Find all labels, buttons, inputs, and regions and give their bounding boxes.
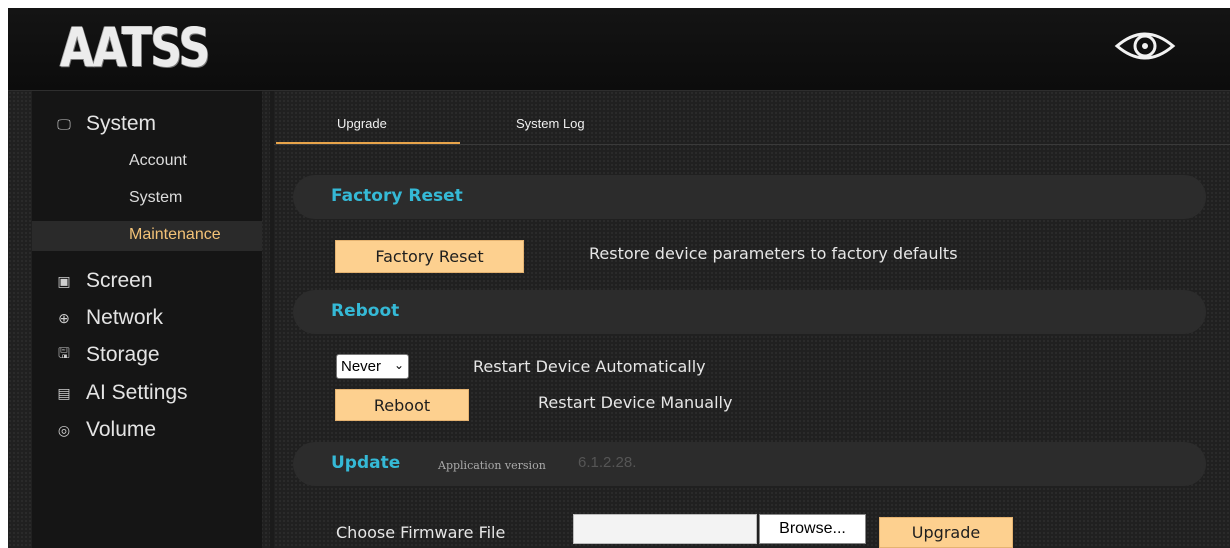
sidebar-subitem-account[interactable]: Account (129, 152, 187, 170)
select-value: Never (341, 358, 382, 375)
sidebar-item-network[interactable]: ⊕ Network (56, 300, 163, 336)
top-bar: AATSS (8, 8, 1230, 91)
auto-restart-select[interactable]: Never ⌄ (336, 354, 409, 379)
sidebar-item-system[interactable]: 🖵 System (56, 106, 156, 142)
floppy-icon: 🖫 (58, 345, 70, 361)
auto-restart-label: Restart Device Automatically (473, 357, 706, 376)
sidebar-item-ai-settings[interactable]: ▤ AI Settings (56, 375, 188, 411)
app-window: AATSS 🖵 System Account System Maintenanc… (8, 8, 1230, 548)
sidebar-item-label: Network (86, 306, 164, 329)
factory-reset-description: Restore device parameters to factory def… (589, 244, 958, 263)
section-title: Update (331, 453, 401, 473)
section-title: Reboot (331, 301, 400, 321)
upgrade-button[interactable]: Upgrade (879, 517, 1013, 548)
sidebar-item-volume[interactable]: ◎ Volume (56, 412, 156, 448)
tab-upgrade[interactable]: Upgrade (337, 116, 387, 131)
firmware-file-input[interactable] (573, 514, 757, 544)
app-version-label: Application version (438, 459, 546, 472)
sidebar-item-label: System (86, 112, 157, 135)
sidebar-item-storage[interactable]: 🖫 Storage (56, 337, 160, 373)
volume-icon: ◎ (57, 421, 71, 438)
sidebar-subitem-label: Maintenance (129, 226, 221, 243)
logo: AATSS (60, 16, 211, 79)
sidebar-item-label: Screen (86, 269, 153, 292)
sidebar-subitem-system[interactable]: System (129, 189, 182, 207)
globe-icon: ⊕ (58, 309, 70, 326)
tab-system-log[interactable]: System Log (516, 116, 585, 131)
sidebar-item-label: AI Settings (86, 381, 188, 404)
chevron-down-icon: ⌄ (393, 358, 404, 372)
main-content: Upgrade System Log Factory Reset Factory… (274, 91, 1230, 548)
factory-reset-section-header: Factory Reset (293, 175, 1206, 219)
manual-restart-label: Restart Device Manually (538, 393, 733, 412)
section-title: Factory Reset (331, 186, 463, 206)
tab-divider (274, 144, 1230, 145)
image-icon: ▣ (57, 272, 71, 289)
browse-button[interactable]: Browse... (759, 514, 866, 544)
reboot-button[interactable]: Reboot (335, 389, 469, 421)
sidebar: 🖵 System Account System Maintenance ▣ Sc… (8, 91, 270, 548)
document-icon: ▤ (57, 384, 71, 401)
monitor-icon: 🖵 (57, 115, 71, 132)
sidebar-item-label: Storage (86, 343, 160, 366)
update-section-header: Update Application version 6.1.2.28. (293, 442, 1206, 486)
sidebar-subitem-maintenance[interactable]: Maintenance (32, 221, 262, 251)
sidebar-item-screen[interactable]: ▣ Screen (56, 263, 153, 299)
factory-reset-button[interactable]: Factory Reset (335, 240, 524, 273)
eye-icon[interactable] (1114, 26, 1176, 66)
reboot-section-header: Reboot (293, 290, 1206, 334)
app-version-value: 6.1.2.28. (578, 454, 637, 471)
sidebar-item-label: Volume (86, 418, 157, 441)
firmware-file-label: Choose Firmware File (336, 523, 506, 542)
